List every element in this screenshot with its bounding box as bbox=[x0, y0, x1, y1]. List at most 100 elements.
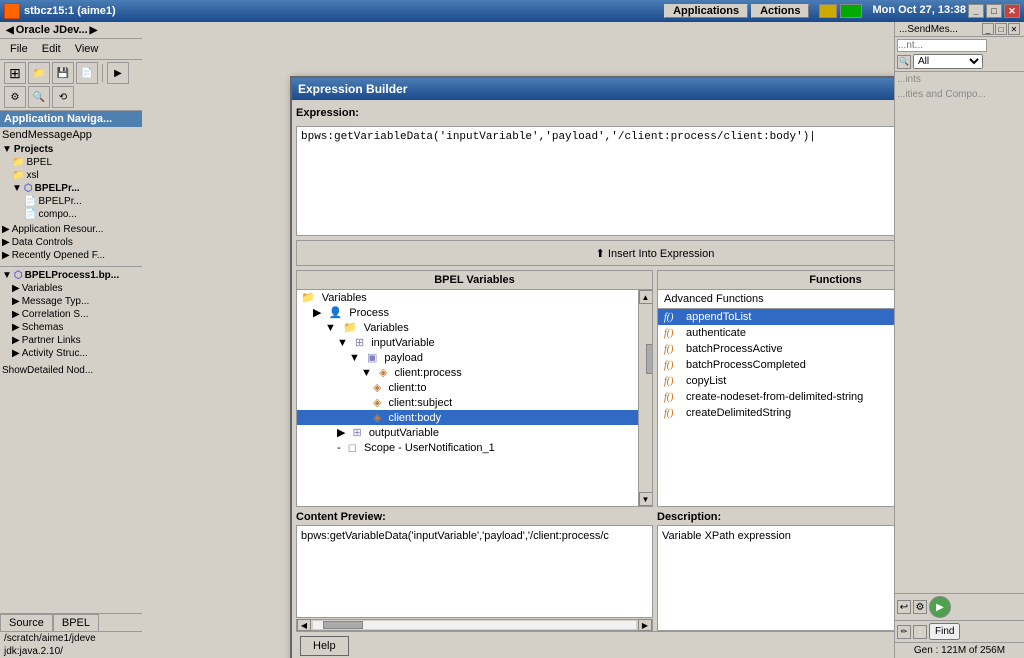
minimize-button[interactable]: _ bbox=[968, 4, 984, 18]
tree-projects[interactable]: ▼ Projects bbox=[0, 143, 142, 156]
help-button[interactable]: Help bbox=[300, 636, 349, 656]
tree-show-detailed[interactable]: ShowDetailed Nod... bbox=[0, 364, 142, 377]
vtree-inputvariable[interactable]: ▼ ⊞ inputVariable bbox=[297, 335, 638, 350]
scroll-left-arrow[interactable]: ◀ bbox=[297, 619, 311, 631]
function-item-copylist[interactable]: f() copyList bbox=[658, 373, 894, 389]
right-search-area: 🔍 All bbox=[895, 37, 1024, 72]
os-indicator-2 bbox=[840, 4, 862, 18]
expression-textarea[interactable]: bpws:getVariableData('inputVariable','pa… bbox=[296, 126, 894, 236]
scroll-down-arrow[interactable]: ▼ bbox=[639, 492, 653, 506]
f0-icon-6: f() bbox=[664, 392, 682, 403]
tree-data-controls[interactable]: ▶ Data Controls bbox=[0, 236, 142, 249]
functions-dropdown[interactable]: Advanced Functions String Functions Math… bbox=[658, 290, 894, 309]
vtree-variables2[interactable]: ▼ 📁 Variables bbox=[297, 320, 638, 335]
os-datetime: Mon Oct 27, 13:38 bbox=[872, 4, 966, 18]
vtree-outputvariable[interactable]: ▶ ⊞ outputVariable bbox=[297, 425, 638, 440]
os-indicator-1 bbox=[819, 4, 837, 18]
tree-bpelpr-sub[interactable]: 📄 BPELPr... bbox=[0, 195, 142, 208]
content-preview-scrollbar[interactable]: ◀ ▶ bbox=[296, 619, 653, 631]
tree-correlation[interactable]: ▶ Correlation S... bbox=[0, 308, 142, 321]
panels-row: BPEL Variables 📁 Variables ▶ 👤 Process bbox=[296, 270, 894, 507]
toolbar-btn-5[interactable]: ▶ bbox=[107, 62, 129, 84]
vtree-client-to[interactable]: ◈ client:to bbox=[297, 380, 638, 395]
dialog-content: Expression: ↩ ↪ 📋 bpws:getVariableData('… bbox=[292, 100, 894, 658]
tree-app-resources[interactable]: ▶ Application Resour... bbox=[0, 223, 142, 236]
sidebar-tree: ▼ Projects 📁 BPEL 📁 xsl ▼ ⬡ BPELPr... 📄 … bbox=[0, 143, 142, 613]
toolbar-btn-6[interactable]: ⚙ bbox=[4, 86, 26, 108]
scroll-thumb[interactable] bbox=[646, 344, 653, 374]
vtree-variables[interactable]: 📁 Variables bbox=[297, 290, 638, 305]
right-search-input[interactable] bbox=[897, 39, 987, 52]
tab-bpel[interactable]: BPEL bbox=[53, 614, 99, 631]
gear2-icon[interactable] bbox=[913, 625, 927, 639]
function-item-appendtolist[interactable]: f() appendToList bbox=[658, 309, 894, 325]
vtree-payload[interactable]: ▼ ▣ payload bbox=[297, 350, 638, 365]
tree-recently-opened[interactable]: ▶ Recently Opened F... bbox=[0, 249, 142, 262]
scroll-up-arrow[interactable]: ▲ bbox=[639, 290, 653, 304]
send-mes-minimize[interactable]: _ bbox=[982, 23, 994, 35]
expression-builder-dialog: Expression Builder ✕ Expression: ↩ ↪ 📋 bbox=[290, 76, 894, 658]
dialog-title-bar: Expression Builder ✕ bbox=[292, 78, 894, 100]
content-preview-label: Content Preview: bbox=[296, 511, 653, 523]
nav-arrow-left[interactable]: ◀ bbox=[4, 25, 16, 36]
close-button[interactable]: ✕ bbox=[1004, 4, 1020, 18]
status-path: /scratch/aime1/jdeve bbox=[0, 631, 142, 645]
insert-into-expression-btn[interactable]: ⬆ Insert Into Expression bbox=[296, 240, 894, 266]
function-item-batchprocesscompleted[interactable]: f() batchProcessCompleted bbox=[658, 357, 894, 373]
vtree-client-subject[interactable]: ◈ client:subject bbox=[297, 395, 638, 410]
function-item-create-nodeset[interactable]: f() create-nodeset-from-delimited-string bbox=[658, 389, 894, 405]
tree-bpel[interactable]: 📁 BPEL bbox=[0, 156, 142, 169]
toolbar-btn-1[interactable]: ⊞ bbox=[4, 62, 26, 84]
vtree-process[interactable]: ▶ 👤 Process bbox=[297, 305, 638, 320]
toolbar-btn-4[interactable]: 📄 bbox=[76, 62, 98, 84]
send-mes-restore[interactable]: □ bbox=[995, 23, 1007, 35]
pencil-icon[interactable]: ✏ bbox=[897, 625, 911, 639]
tree-message-typ[interactable]: ▶ Message Typ... bbox=[0, 295, 142, 308]
menu-file[interactable]: File bbox=[4, 41, 34, 57]
right-find-bar: ✏ Find bbox=[895, 620, 1024, 642]
scroll-right-arrow[interactable]: ▶ bbox=[638, 619, 652, 631]
function-item-batchprocessactive[interactable]: f() batchProcessActive bbox=[658, 341, 894, 357]
right-go-btn[interactable]: ▶ bbox=[929, 596, 951, 618]
toolbar-btn-2[interactable]: 📁 bbox=[28, 62, 50, 84]
send-mes-header: ...SendMes... _ □ ✕ bbox=[895, 22, 1024, 37]
tree-bpelprocess1[interactable]: ▼ ⬡ BPELProcess1.bp... bbox=[0, 269, 142, 282]
vtree-scope[interactable]: - ◻ Scope - UserNotification_1 bbox=[297, 440, 638, 455]
tab-source[interactable]: Source bbox=[0, 614, 53, 631]
variables-tree: 📁 Variables ▶ 👤 Process ▼ 📁 Variables ▼ … bbox=[297, 290, 638, 506]
function-item-authenticate[interactable]: f() authenticate bbox=[658, 325, 894, 341]
right-search-select[interactable]: All bbox=[913, 54, 983, 69]
os-taskbar-apps[interactable]: Applications bbox=[664, 4, 748, 18]
expression-header: Expression: ↩ ↪ 📋 bbox=[296, 104, 894, 124]
correlation-label: Correlation S... bbox=[22, 309, 89, 320]
function-item-createdelimited[interactable]: f() createDelimitedString bbox=[658, 405, 894, 421]
vtree-client-process[interactable]: ▼ ◈ client:process bbox=[297, 365, 638, 380]
tree-partner-links[interactable]: ▶ Partner Links bbox=[0, 334, 142, 347]
f0-icon-3: f() bbox=[664, 344, 682, 355]
send-mes-close[interactable]: ✕ bbox=[1008, 23, 1020, 35]
toolbar-btn-7[interactable]: 🔍 bbox=[28, 86, 50, 108]
tree-xsl[interactable]: 📁 xsl bbox=[0, 169, 142, 182]
tree-variables[interactable]: ▶ Variables bbox=[0, 282, 142, 295]
restore-button[interactable]: □ bbox=[986, 4, 1002, 18]
os-taskbar-actions[interactable]: Actions bbox=[751, 4, 809, 18]
right-tool-1[interactable]: ↩ bbox=[897, 600, 911, 614]
tree-schemas[interactable]: ▶ Schemas bbox=[0, 321, 142, 334]
nav-arrow-right[interactable]: ▶ bbox=[88, 25, 100, 36]
h-scroll-thumb[interactable] bbox=[323, 621, 363, 629]
vtree-client-body[interactable]: ◈ client:body bbox=[297, 410, 638, 425]
variables-scrollbar[interactable]: ▲ ▼ bbox=[638, 290, 652, 506]
content-preview-content: bpws:getVariableData('inputVariable','pa… bbox=[296, 525, 653, 618]
menu-edit[interactable]: Edit bbox=[36, 41, 67, 57]
right-tool-2[interactable]: ⚙ bbox=[913, 600, 927, 614]
tree-bpelpr-main[interactable]: ▼ ⬡ BPELPr... bbox=[0, 182, 142, 195]
right-spacer bbox=[895, 102, 1024, 593]
tree-compo[interactable]: 📄 compo... bbox=[0, 208, 142, 221]
right-search-btn[interactable]: 🔍 bbox=[897, 55, 911, 69]
tree-activity-struc[interactable]: ▶ Activity Struc... bbox=[0, 347, 142, 360]
jdev-sidebar: ◀ Oracle JDev... ▶ File Edit View ⊞ 📁 💾 … bbox=[0, 22, 142, 658]
toolbar-btn-3[interactable]: 💾 bbox=[52, 62, 74, 84]
menu-view[interactable]: View bbox=[69, 41, 105, 57]
toolbar-btn-8[interactable]: ⟲ bbox=[52, 86, 74, 108]
find-button[interactable]: Find bbox=[929, 623, 960, 640]
